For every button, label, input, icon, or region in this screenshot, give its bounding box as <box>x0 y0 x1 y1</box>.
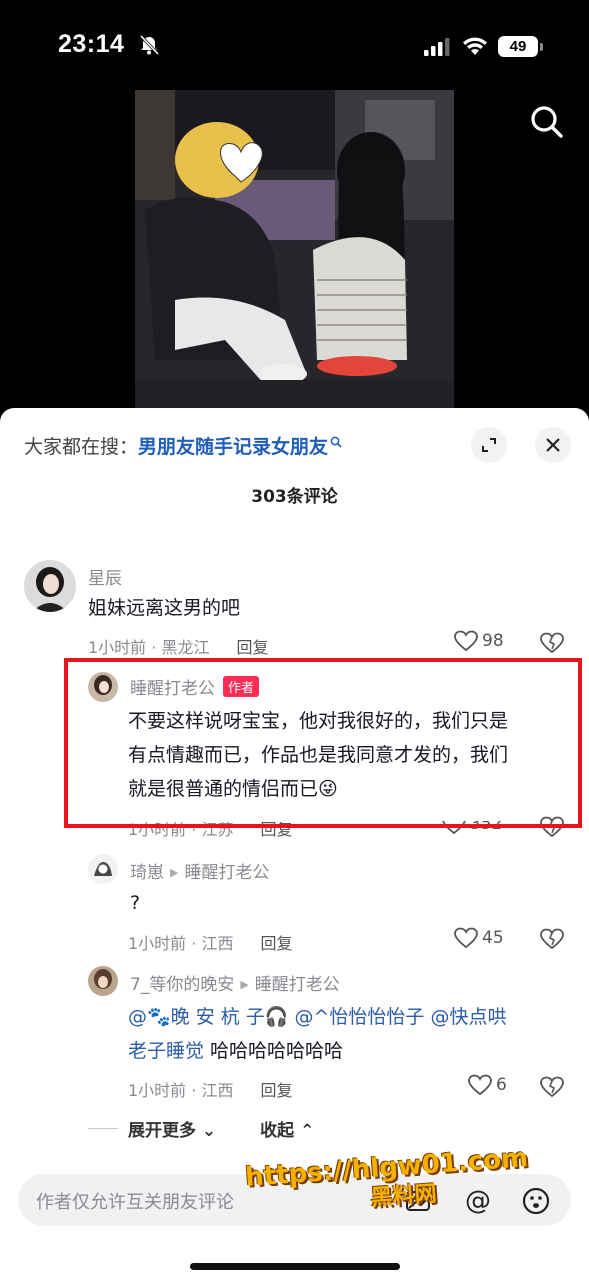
battery-tip <box>540 43 543 51</box>
heart-icon <box>454 630 478 652</box>
comment-username[interactable]: 星辰 <box>88 564 122 589</box>
heart-icon <box>468 1074 492 1096</box>
signal-icon <box>424 38 450 56</box>
chevron-up-icon: ⌃ <box>300 1121 315 1141</box>
search-icon[interactable] <box>530 105 564 139</box>
reply-to-name[interactable]: 睡醒打老公 <box>184 863 269 883</box>
bell-muted-icon <box>139 34 160 56</box>
comment-count: 303条评论 <box>251 487 338 507</box>
status-bar: 23:14 49 <box>0 0 589 96</box>
reply-button[interactable]: 回复 <box>261 934 293 953</box>
reply-arrow-icon: ▶ <box>240 978 249 991</box>
mention-link[interactable]: @🐾晚 安 杭 子🎧 <box>128 1006 288 1028</box>
comment-text: @🐾晚 安 杭 子🎧 @^怡怡怡怡子 @快点哄 老子睡觉 哈哈哈哈哈哈哈 <box>128 1000 568 1068</box>
video-photo <box>135 90 454 410</box>
like-button[interactable]: 45 <box>454 927 504 949</box>
like-count: 6 <box>496 1075 507 1095</box>
home-indicator[interactable] <box>190 1263 400 1270</box>
mention-link[interactable]: @快点哄 <box>430 1006 506 1028</box>
expand-icon <box>482 438 496 452</box>
replier-name[interactable]: 7_等你的晚安 <box>130 975 234 995</box>
photo-illustration <box>135 90 454 410</box>
video-area[interactable] <box>0 90 589 410</box>
reply-button[interactable]: 回复 <box>261 1081 293 1100</box>
battery-icon: 49 <box>498 36 538 57</box>
expand-row: 展开更多 ⌄ 收起 ⌃ <box>88 1116 314 1141</box>
expand-button[interactable] <box>471 427 507 463</box>
comment-meta: 1小时前 · 江西 回复 <box>128 1077 293 1101</box>
comment-time-location: 1小时前 · 江西 <box>128 934 234 953</box>
collapse-label: 收起 <box>260 1121 295 1141</box>
expand-more-button[interactable]: 展开更多 ⌄ <box>128 1116 216 1141</box>
comment-time-location: 1小时前 · 黑龙江 <box>88 638 210 657</box>
dislike-icon[interactable] <box>540 928 564 950</box>
like-button[interactable]: 6 <box>468 1074 507 1096</box>
comment-time-location: 1小时前 · 江西 <box>128 1081 234 1100</box>
comment-text-line: 老子睡觉 哈哈哈哈哈哈哈 <box>128 1034 568 1068</box>
comment-username[interactable]: 7_等你的晚安 ▶ 睡醒打老公 <box>130 970 340 995</box>
comment-text: 姐妹远离这男的吧 <box>88 597 241 619</box>
avatar[interactable] <box>24 560 76 612</box>
wifi-icon <box>463 37 487 55</box>
comment-meta: 1小时前 · 黑龙江 回复 <box>88 634 269 658</box>
small-search-icon <box>330 436 342 448</box>
avatar[interactable] <box>88 854 118 884</box>
reply-button[interactable]: 回复 <box>237 638 269 657</box>
like-count: 45 <box>482 928 504 948</box>
avatar-image <box>24 560 76 612</box>
replier-name[interactable]: 琦崽 <box>130 863 164 883</box>
highlight-box <box>64 658 582 828</box>
comment-username[interactable]: 琦崽 ▶ 睡醒打老公 <box>130 858 269 883</box>
hot-search-term[interactable]: 男朋友随手记录女朋友 <box>138 432 328 459</box>
status-time: 23:14 <box>58 30 125 58</box>
hot-search-prefix: 大家都在搜： <box>24 436 139 458</box>
comment-meta: 1小时前 · 江西 回复 <box>128 930 293 954</box>
comments-sheet: 大家都在搜： 男朋友随手记录女朋友 303条评论 星辰 姐妹远离这男的吧 1小时… <box>0 408 589 1280</box>
comment-text: ? <box>130 892 141 914</box>
expand-more-label: 展开更多 <box>128 1121 196 1141</box>
avatar[interactable] <box>88 966 118 996</box>
like-count: 98 <box>482 631 504 651</box>
like-button[interactable]: 98 <box>454 630 504 652</box>
mention-link[interactable]: 老子睡觉 <box>128 1040 204 1062</box>
close-button[interactable] <box>535 427 571 463</box>
comment-text-line: @🐾晚 安 杭 子🎧 @^怡怡怡怡子 @快点哄 <box>128 1000 568 1034</box>
close-icon <box>546 438 560 452</box>
collapse-button[interactable]: 收起 ⌃ <box>260 1116 314 1141</box>
heart-icon <box>454 927 478 949</box>
comment-text-tail: 哈哈哈哈哈哈哈 <box>204 1040 344 1062</box>
comment-input-placeholder[interactable]: 作者仅允许互关朋友评论 <box>36 1188 234 1214</box>
avatar-image <box>88 966 118 996</box>
reply-to-name[interactable]: 睡醒打老公 <box>255 975 340 995</box>
hot-search[interactable]: 大家都在搜： 男朋友随手记录女朋友 <box>24 432 342 459</box>
divider-line <box>88 1128 118 1129</box>
reply-arrow-icon: ▶ <box>170 866 179 879</box>
mention-link[interactable]: @^怡怡怡怡子 <box>294 1006 424 1028</box>
dislike-icon[interactable] <box>540 1076 564 1098</box>
avatar-image <box>88 854 118 884</box>
chevron-down-icon: ⌄ <box>201 1121 217 1141</box>
dislike-icon[interactable] <box>540 632 564 654</box>
